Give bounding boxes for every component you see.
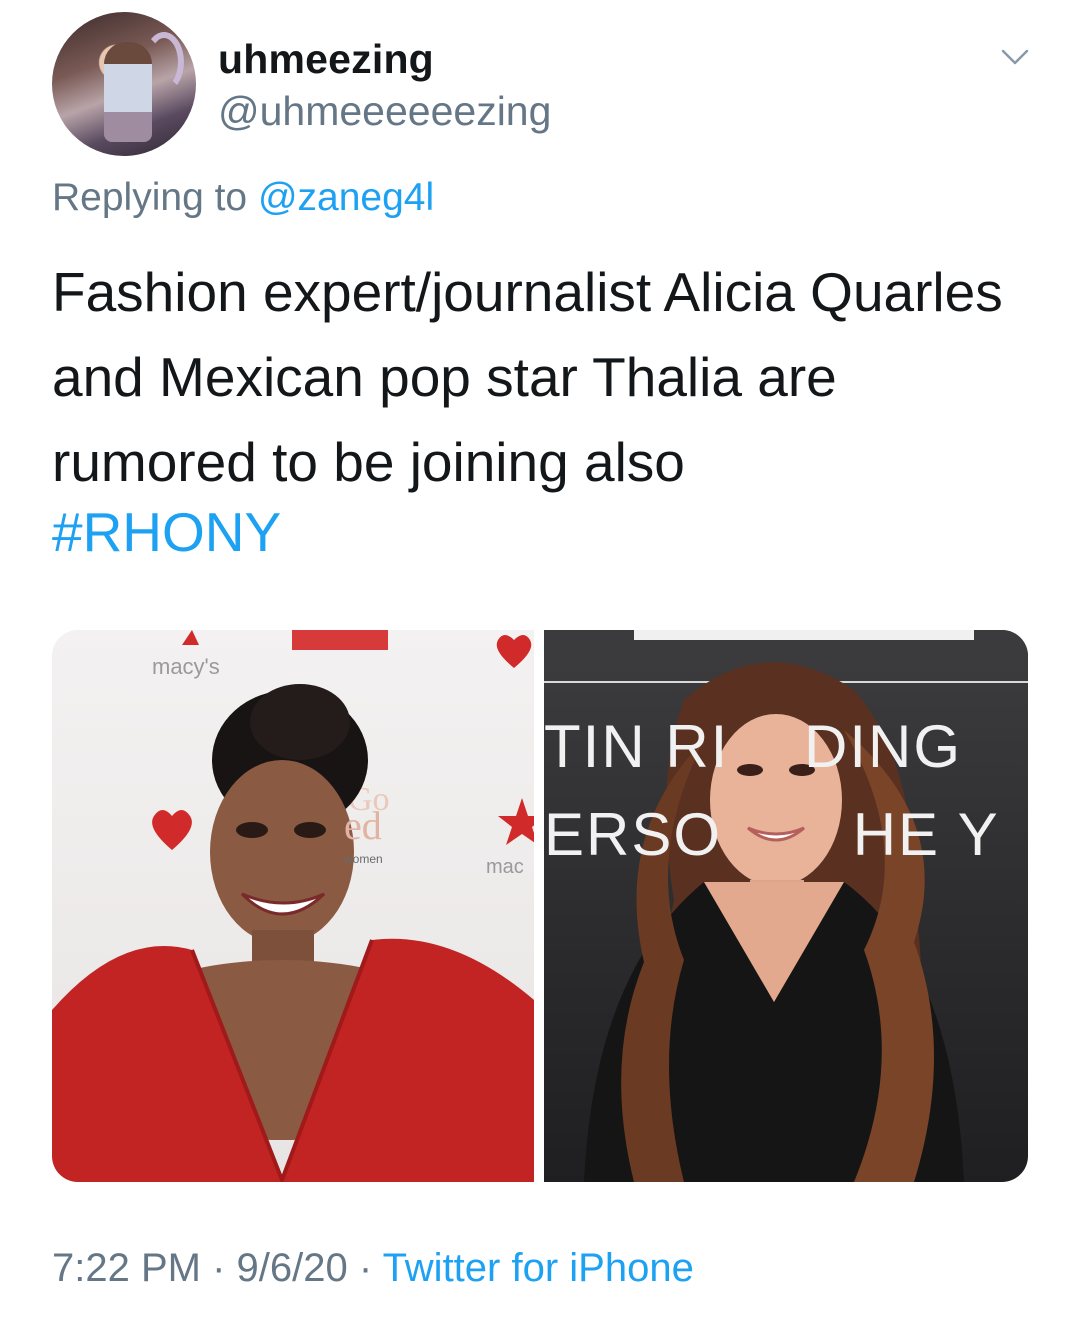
backdrop-text-line2: ERSO HE Y <box>544 801 1000 868</box>
footer-separator-1: · <box>200 1246 237 1290</box>
tweet-text: Fashion expert/journalist Alicia Quarles… <box>52 261 1003 493</box>
macys-small-text: mac <box>486 856 524 878</box>
user-handle[interactable]: @uhmeeeeeezing <box>218 88 551 135</box>
avatar-hair <box>144 32 184 92</box>
backdrop-text-line1: TIN RI DING <box>544 713 962 780</box>
women-text: women <box>344 852 383 866</box>
replying-to-label: Replying to <box>52 176 258 219</box>
footer-separator-2: · <box>347 1246 383 1290</box>
tweet-source-link[interactable]: Twitter for iPhone <box>383 1246 694 1290</box>
go-red-text: ed <box>344 803 382 848</box>
tweet-footer: 7:22 PM · 9/6/20 · Twitter for iPhone <box>52 1246 694 1291</box>
macys-logo-text: macy's <box>152 654 220 679</box>
tweet-time[interactable]: 7:22 PM <box>52 1246 201 1290</box>
photo-left-illustration: Go <box>52 630 534 1182</box>
avatar[interactable] <box>52 12 196 156</box>
photo-thalia[interactable]: TIN RI DING ERSO HE Y <box>544 630 1028 1182</box>
tweet: uhmeezing @uhmeeeeeezing Replying to @za… <box>0 0 1080 1326</box>
photo-alicia-quarles[interactable]: Go macy's ed women mac <box>52 630 534 1182</box>
tweet-media[interactable]: Go macy's ed women mac TIN RI DING ERSO … <box>52 630 1028 1182</box>
display-name[interactable]: uhmeezing <box>218 36 434 83</box>
hashtag-link[interactable]: #RHONY <box>52 500 281 564</box>
reply-mention-link[interactable]: @zaneg4l <box>258 176 434 219</box>
replying-to: Replying to @zaneg4l <box>52 176 434 220</box>
tweet-date[interactable]: 9/6/20 <box>237 1246 348 1290</box>
chevron-down-icon[interactable] <box>1000 42 1030 72</box>
